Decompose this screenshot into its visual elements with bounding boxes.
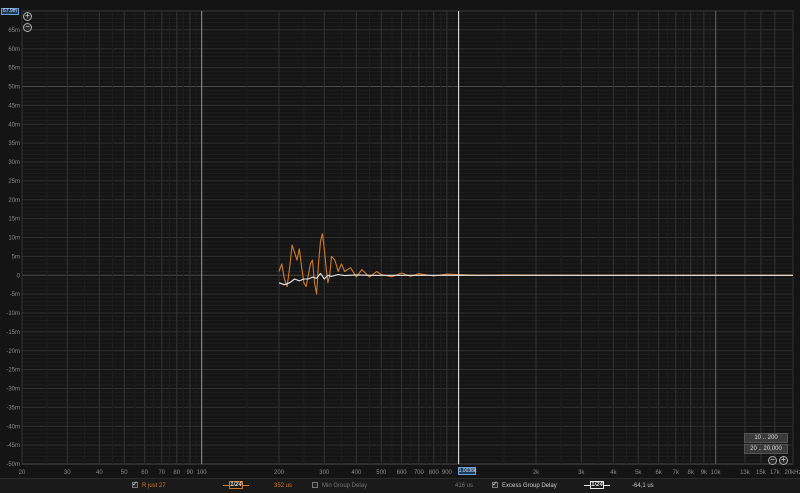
zoom-in-x-button[interactable]: + <box>779 456 788 465</box>
y-tick-label: -35m <box>6 405 20 411</box>
x-tick-label: 800 <box>429 470 440 476</box>
cursor-frequency-label: 1.0038k <box>457 467 477 475</box>
x-tick-label: 30 <box>64 470 71 476</box>
excess-group-delay-value: -64,1 us <box>632 483 654 489</box>
x-tick-label: 2k <box>533 470 540 476</box>
y-tick-label: 15m <box>8 217 20 223</box>
x-tick-label: 15k <box>756 470 767 476</box>
y-tick-label: -40m <box>6 424 20 430</box>
y-tick-label: 25m <box>8 179 20 185</box>
range-20-20000-button[interactable]: 20 .. 20,000 <box>744 444 788 454</box>
grid <box>21 10 794 465</box>
x-tick-label: 400 <box>351 470 362 476</box>
x-tick-label: 9k <box>701 470 708 476</box>
x-tick-label: 60 <box>141 470 148 476</box>
y-tick-label: -25m <box>6 368 20 374</box>
x-tick-label: 300 <box>319 470 330 476</box>
x-tick-label: 8k <box>688 470 695 476</box>
excess-group-delay-label: Excess Group Delay <box>502 483 557 489</box>
y-tick-label: -20m <box>6 349 20 355</box>
x-tick-label: 90 <box>187 470 194 476</box>
r-trace-name: R just 27 <box>142 483 166 489</box>
y-tick-label: 0 <box>17 273 21 279</box>
x-tick-label: 80 <box>173 470 180 476</box>
x-tick-label: 3k <box>578 470 585 476</box>
y-tick-label: 5m <box>12 254 20 260</box>
y-tick-label: 65m <box>8 28 20 34</box>
y-tick-label: 60m <box>8 47 20 53</box>
x-tick-label: 100 <box>197 470 208 476</box>
y-tick-label: 55m <box>8 66 20 72</box>
top-value-readout: 67.9m <box>1 8 19 15</box>
r-trace-value: 352 us <box>274 483 293 489</box>
zoom-out-y-button[interactable]: − <box>23 23 32 32</box>
r-smoothing-icon[interactable]: 1/24 <box>229 481 243 489</box>
y-tick-label: -45m <box>6 443 20 449</box>
min-group-delay-checkbox[interactable] <box>312 482 318 488</box>
min-group-delay-label: Min Group Delay <box>322 483 368 489</box>
x-axis-labels: 20 30 40 50 60 70 80 90 100 200 300 400 500 600 700 800… <box>19 470 800 476</box>
y-axis-labels: -50m -45m -40m -35m -30m -25m -20m -15m -10m -5m 0… <box>6 28 20 468</box>
y-tick-label: 50m <box>8 85 20 91</box>
x-tick-label: 5k <box>635 470 642 476</box>
x-tick-label: 50 <box>121 470 128 476</box>
plot-area[interactable]: -50m -45m -40m -35m -30m -25m -20m -15m -10m -5m 0… <box>0 0 800 492</box>
x-tick-label: 17k <box>770 470 781 476</box>
x-tick-label: 6k <box>655 470 662 476</box>
y-tick-label: 10m <box>8 236 20 242</box>
excess-line-icon-end <box>604 485 610 486</box>
y-tick-label: -50m <box>6 462 20 468</box>
y-tick-label: 20m <box>8 198 20 204</box>
x-tick-label: 20 <box>19 470 26 476</box>
x-tick-label: 13k <box>740 470 751 476</box>
y-tick-label: -15m <box>6 330 20 336</box>
x-tick-label: 7k <box>673 470 680 476</box>
range-10-200-button[interactable]: 10 .. 200 <box>744 433 788 443</box>
zoom-out-x-button[interactable]: − <box>768 456 777 465</box>
y-tick-label: -10m <box>6 311 20 317</box>
x-tick-label: 700 <box>414 470 425 476</box>
x-tick-label: 500 <box>376 470 387 476</box>
y-tick-label: 30m <box>8 160 20 166</box>
y-tick-label: 40m <box>8 122 20 128</box>
y-tick-label: 45m <box>8 103 20 109</box>
y-tick-label: -30m <box>6 387 20 393</box>
x-tick-label: 20kHz <box>784 470 800 476</box>
y-tick-label: 35m <box>8 141 20 147</box>
x-tick-label: 900 <box>442 470 453 476</box>
zoom-in-y-button[interactable]: + <box>23 12 32 21</box>
x-tick-label: 200 <box>274 470 285 476</box>
x-tick-label: 40 <box>96 470 103 476</box>
r-trace-line-icon-end <box>243 485 249 486</box>
x-tick-label: 4k <box>610 470 617 476</box>
x-tick-label: 600 <box>397 470 408 476</box>
excess-group-delay-checkbox[interactable] <box>492 480 498 488</box>
r-trace-checkbox[interactable] <box>132 480 138 488</box>
legend-bar: R just 27 1/24 352 us Min Group Delay 41… <box>0 478 800 493</box>
min-group-delay-value: 416 us <box>455 483 474 489</box>
excess-smoothing-icon[interactable]: 1/24 <box>590 481 604 489</box>
x-tick-label: 10k <box>711 470 722 476</box>
x-tick-label: 70 <box>158 470 165 476</box>
y-tick-label: -5m <box>10 292 20 298</box>
